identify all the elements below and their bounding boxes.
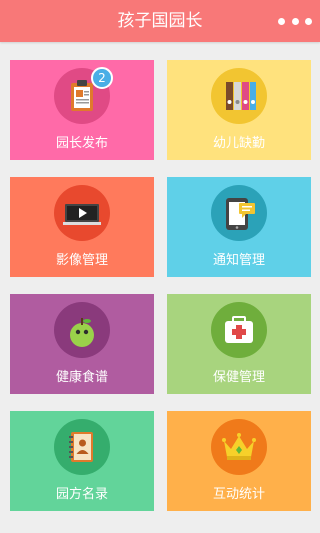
notification-badge: 2 [91, 67, 113, 89]
video-player-icon [63, 204, 101, 225]
green-apple-icon [70, 318, 94, 347]
tile-label: 互动统计 [212, 487, 265, 502]
tablet-message-icon [226, 198, 255, 230]
address-book-icon [69, 432, 93, 462]
tile-media-management[interactable]: 影像管理 [10, 177, 154, 277]
app-header: 孩子国园长 [0, 0, 320, 42]
tile-healthy-recipes[interactable]: 健康食谱 [10, 294, 154, 394]
first-aid-kit-icon [225, 316, 253, 343]
binders-icon [226, 82, 256, 110]
tile-label: 幼儿缺勤 [212, 136, 265, 151]
tile-label: 园长发布 [55, 136, 108, 151]
tile-school-directory[interactable]: 园方名录 [10, 411, 154, 511]
tile-interaction-stats[interactable]: 互动统计 [167, 411, 311, 511]
tile-principal-publish[interactable]: 2 园长发布 [10, 60, 154, 160]
more-dots-icon[interactable] [278, 9, 312, 33]
tile-health-care-management[interactable]: 保健管理 [167, 294, 311, 394]
tile-notice-management[interactable]: 通知管理 [167, 177, 311, 277]
tile-child-absence[interactable]: 幼儿缺勤 [167, 60, 311, 160]
tile-label: 影像管理 [55, 253, 108, 268]
tile-label: 通知管理 [212, 253, 265, 268]
page-title: 孩子国园长 [117, 11, 203, 31]
tile-label: 健康食谱 [55, 370, 108, 385]
tile-label: 园方名录 [55, 487, 108, 502]
crown-icon [222, 433, 256, 460]
tile-label: 保健管理 [212, 370, 265, 385]
